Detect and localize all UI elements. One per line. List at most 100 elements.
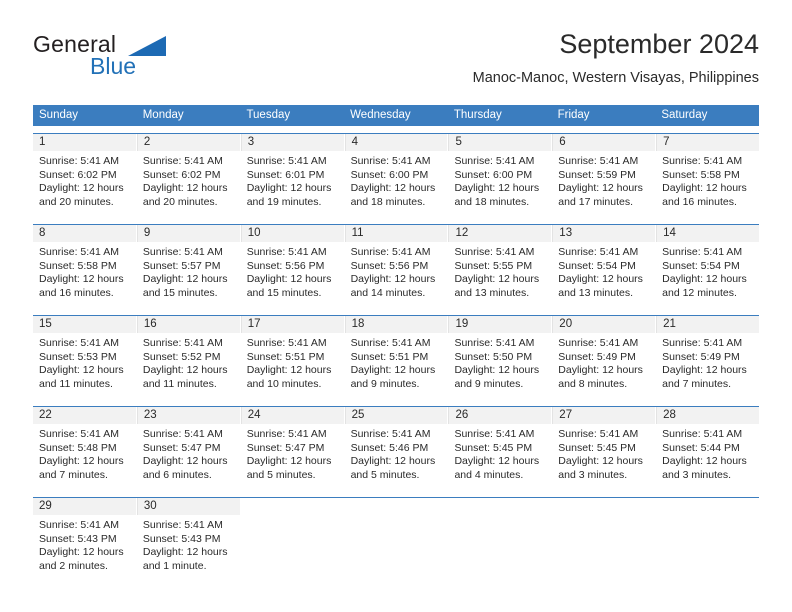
day-number: 25: [351, 409, 365, 421]
daylight-text-line1: Daylight: 12 hours: [39, 455, 124, 468]
sunrise-text: Sunrise: 5:41 AM: [246, 246, 327, 258]
daylight-text-line2: and 4 minutes.: [454, 468, 524, 481]
day-number: 11: [351, 227, 364, 239]
sunset-text: Sunset: 5:45 PM: [558, 441, 636, 454]
daylight-text-line1: Daylight: 12 hours: [454, 455, 540, 468]
sunrise-text: Sunrise: 5:41 AM: [39, 428, 119, 440]
daylight-text-line1: Daylight: 12 hours: [246, 455, 332, 468]
day-cell[interactable]: 15 Sunrise: 5:41 AM Sunset: 5:53 PM Dayl…: [33, 316, 137, 399]
day-details: Sunrise: 5:41 AM Sunset: 5:44 PM Dayligh…: [656, 424, 759, 482]
daylight-text-line2: and 13 minutes.: [558, 286, 634, 299]
daylight-text-line2: and 11 minutes.: [39, 377, 113, 390]
sunrise-text: Sunrise: 5:41 AM: [142, 428, 223, 440]
day-number: 30: [143, 500, 157, 512]
sunrise-text: Sunrise: 5:41 AM: [142, 519, 223, 531]
sunset-text: Sunset: 6:02 PM: [39, 168, 117, 181]
daylight-text-line2: and 7 minutes.: [662, 377, 732, 390]
calendar-page: General Blue September 2024 Manoc-Manoc,…: [0, 0, 792, 612]
day-cell[interactable]: 13 Sunrise: 5:41 AM Sunset: 5:54 PM Dayl…: [552, 225, 657, 308]
day-cell[interactable]: 30 Sunrise: 5:41 AM Sunset: 5:43 PM Dayl…: [136, 498, 241, 581]
sunrise-text: Sunrise: 5:41 AM: [558, 155, 639, 167]
day-cell[interactable]: 4 Sunrise: 5:41 AM Sunset: 6:00 PM Dayli…: [344, 134, 449, 217]
week-row: 1 Sunrise: 5:41 AM Sunset: 6:02 PM Dayli…: [33, 133, 760, 217]
sunset-text: Sunset: 5:58 PM: [662, 168, 740, 181]
day-cell[interactable]: 27 Sunrise: 5:41 AM Sunset: 5:45 PM Dayl…: [552, 407, 657, 490]
daylight-text-line1: Daylight: 12 hours: [142, 455, 228, 468]
day-number-band: 12: [448, 225, 552, 242]
day-cell[interactable]: 14 Sunrise: 5:41 AM Sunset: 5:54 PM Dayl…: [656, 225, 760, 308]
daylight-text-line2: and 9 minutes.: [350, 377, 420, 390]
day-cell[interactable]: 28 Sunrise: 5:41 AM Sunset: 5:44 PM Dayl…: [656, 407, 760, 490]
day-details: Sunrise: 5:41 AM Sunset: 6:02 PM Dayligh…: [137, 151, 240, 209]
day-details: Sunrise: 5:41 AM Sunset: 6:01 PM Dayligh…: [241, 151, 344, 209]
day-cell[interactable]: 19 Sunrise: 5:41 AM Sunset: 5:50 PM Dayl…: [448, 316, 553, 399]
day-number: 5: [455, 136, 462, 148]
day-number-band: 25: [344, 407, 448, 424]
day-cell[interactable]: 1 Sunrise: 5:41 AM Sunset: 6:02 PM Dayli…: [33, 134, 137, 217]
sunset-text: Sunset: 5:49 PM: [558, 350, 636, 363]
sunrise-text: Sunrise: 5:41 AM: [142, 155, 223, 167]
day-number-band: 22: [33, 407, 136, 424]
daylight-text-line1: Daylight: 12 hours: [558, 182, 643, 195]
sunset-text: Sunset: 5:45 PM: [454, 441, 533, 454]
day-cell[interactable]: 9 Sunrise: 5:41 AM Sunset: 5:57 PM Dayli…: [136, 225, 241, 308]
day-cell[interactable]: 7 Sunrise: 5:41 AM Sunset: 5:58 PM Dayli…: [656, 134, 760, 217]
day-cell[interactable]: 18 Sunrise: 5:41 AM Sunset: 5:51 PM Dayl…: [344, 316, 449, 399]
weekday-header-saturday: Saturday: [661, 109, 708, 121]
day-cell[interactable]: 20 Sunrise: 5:41 AM Sunset: 5:49 PM Dayl…: [552, 316, 657, 399]
day-cell[interactable]: 8 Sunrise: 5:41 AM Sunset: 5:58 PM Dayli…: [33, 225, 137, 308]
day-number-band: 2: [136, 134, 240, 151]
day-cell[interactable]: 2 Sunrise: 5:41 AM Sunset: 6:02 PM Dayli…: [136, 134, 241, 217]
day-number: 24: [247, 409, 261, 421]
day-cell[interactable]: 21 Sunrise: 5:41 AM Sunset: 5:49 PM Dayl…: [656, 316, 760, 399]
daylight-text-line1: Daylight: 12 hours: [454, 273, 540, 286]
sunset-text: Sunset: 6:00 PM: [350, 168, 429, 181]
brand-name-blue: Blue: [90, 53, 137, 79]
day-cell[interactable]: 5 Sunrise: 5:41 AM Sunset: 6:00 PM Dayli…: [448, 134, 553, 217]
sunrise-text: Sunrise: 5:41 AM: [662, 246, 743, 258]
day-number-band: 29: [33, 498, 136, 515]
day-number-band: [448, 498, 551, 515]
day-number-band: 24: [240, 407, 344, 424]
daylight-text-line1: Daylight: 12 hours: [350, 364, 436, 377]
brand-logo[interactable]: General Blue: [33, 31, 233, 87]
day-cell[interactable]: 24 Sunrise: 5:41 AM Sunset: 5:47 PM Dayl…: [240, 407, 345, 490]
day-cell[interactable]: 6 Sunrise: 5:41 AM Sunset: 5:59 PM Dayli…: [552, 134, 657, 217]
day-number-band: 7: [656, 134, 760, 151]
daylight-text-line2: and 5 minutes.: [350, 468, 420, 481]
sunset-text: Sunset: 5:58 PM: [39, 259, 117, 272]
daylight-text-line2: and 1 minute.: [142, 559, 207, 572]
day-cell[interactable]: 16 Sunrise: 5:41 AM Sunset: 5:52 PM Dayl…: [136, 316, 241, 399]
day-details: Sunrise: 5:41 AM Sunset: 6:00 PM Dayligh…: [345, 151, 448, 209]
day-cell[interactable]: 10 Sunrise: 5:41 AM Sunset: 5:56 PM Dayl…: [240, 225, 345, 308]
day-number: 20: [559, 318, 573, 330]
day-cell[interactable]: 29 Sunrise: 5:41 AM Sunset: 5:43 PM Dayl…: [33, 498, 137, 581]
day-details: Sunrise: 5:41 AM Sunset: 5:49 PM Dayligh…: [552, 333, 655, 391]
sunrise-text: Sunrise: 5:41 AM: [454, 337, 535, 349]
day-cell[interactable]: 3 Sunrise: 5:41 AM Sunset: 6:01 PM Dayli…: [240, 134, 345, 217]
day-cell-empty: [552, 498, 657, 581]
day-cell[interactable]: 17 Sunrise: 5:41 AM Sunset: 5:51 PM Dayl…: [240, 316, 345, 399]
weekday-header-tuesday: Tuesday: [246, 109, 291, 121]
day-number: 19: [455, 318, 469, 330]
day-number: 10: [247, 227, 261, 239]
day-number: 6: [559, 136, 566, 148]
week-row: 15 Sunrise: 5:41 AM Sunset: 5:53 PM Dayl…: [33, 315, 760, 399]
day-number-band: 5: [448, 134, 552, 151]
day-cell[interactable]: 25 Sunrise: 5:41 AM Sunset: 5:46 PM Dayl…: [344, 407, 449, 490]
daylight-text-line1: Daylight: 12 hours: [350, 273, 436, 286]
day-cell-empty: [448, 498, 553, 581]
day-cell[interactable]: 26 Sunrise: 5:41 AM Sunset: 5:45 PM Dayl…: [448, 407, 553, 490]
day-number: 13: [559, 227, 573, 239]
sunrise-text: Sunrise: 5:41 AM: [39, 246, 119, 258]
day-cell[interactable]: 12 Sunrise: 5:41 AM Sunset: 5:55 PM Dayl…: [448, 225, 553, 308]
calendar-grid: Sunday Monday Tuesday Wednesday Thursday…: [33, 105, 760, 581]
day-number: 18: [351, 318, 365, 330]
day-cell[interactable]: 11 Sunrise: 5:41 AM Sunset: 5:56 PM Dayl…: [344, 225, 449, 308]
daylight-text-line2: and 18 minutes.: [350, 195, 426, 208]
sunrise-text: Sunrise: 5:41 AM: [558, 246, 639, 258]
day-number-band: 20: [552, 316, 656, 333]
sunrise-text: Sunrise: 5:41 AM: [662, 428, 743, 440]
day-cell[interactable]: 23 Sunrise: 5:41 AM Sunset: 5:47 PM Dayl…: [136, 407, 241, 490]
day-cell[interactable]: 22 Sunrise: 5:41 AM Sunset: 5:48 PM Dayl…: [33, 407, 137, 490]
